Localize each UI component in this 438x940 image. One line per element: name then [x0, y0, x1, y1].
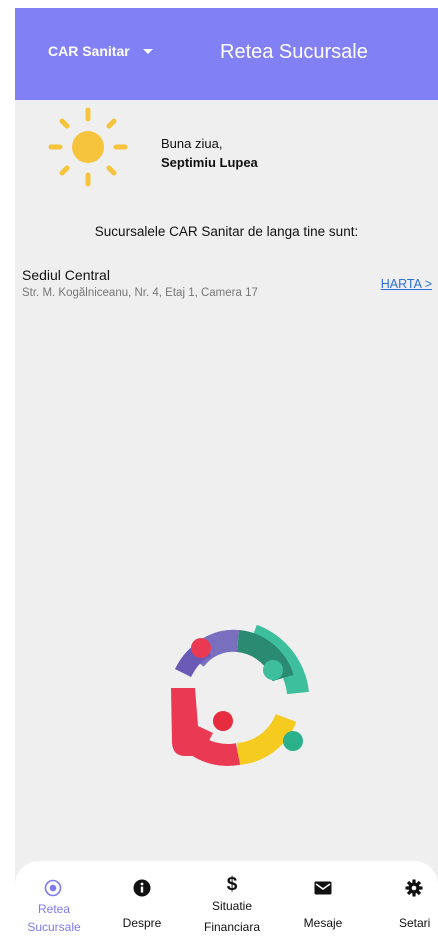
branch-name: Sediul Central: [22, 267, 110, 283]
page-title: Retea Sucursale: [220, 41, 368, 63]
nav-tab-retea-sucursale[interactable]: Retea Sucursale: [15, 861, 93, 940]
app-bar: CAR Sanitar Retea Sucursale: [15, 8, 438, 100]
radio-target-icon: [44, 879, 62, 897]
gear-icon: [405, 879, 423, 897]
org-selector-label: CAR Sanitar: [48, 43, 130, 59]
branch-list-item: Sediul Central Str. M. Kogălniceanu, Nr.…: [22, 267, 432, 299]
nav-label: Financiara: [203, 920, 261, 934]
nav-tab-mesaje[interactable]: Mesaje: [288, 861, 358, 940]
nav-label: Situatie: [211, 899, 253, 913]
app-screen: CAR Sanitar Retea Sucursale Buna ziua, S…: [15, 8, 438, 940]
bottom-navigation: Retea Sucursale Despre $ Situatie Financ…: [15, 861, 438, 940]
sun-icon: [48, 107, 128, 187]
nav-label: Retea: [37, 902, 71, 916]
greeting: Buna ziua, Septimiu Lupea: [161, 134, 258, 172]
nav-label: Sucursale: [27, 920, 81, 934]
nav-label: Setari: [399, 916, 431, 930]
envelope-icon: [314, 881, 332, 895]
chevron-down-icon: [142, 48, 153, 54]
nav-label: Despre: [122, 916, 162, 930]
nav-tab-setari[interactable]: Setari: [389, 861, 438, 940]
map-link[interactable]: HARTA >: [381, 277, 432, 291]
nav-tab-situatie-financiara[interactable]: $ Situatie Financiara: [196, 861, 268, 940]
dollar-icon: $: [226, 874, 238, 895]
nav-tab-despre[interactable]: Despre: [107, 861, 177, 940]
org-selector-dropdown[interactable]: CAR Sanitar: [48, 43, 153, 59]
branch-address: Str. M. Kogălniceanu, Nr. 4, Etaj 1, Cam…: [22, 287, 258, 299]
user-name: Septimiu Lupea: [161, 155, 258, 170]
nav-label: Mesaje: [303, 916, 343, 930]
branches-intro-text: Sucursalele CAR Sanitar de langa tine su…: [94, 224, 359, 239]
car-sanitar-logo: [171, 624, 309, 766]
greeting-line: Buna ziua,: [161, 136, 223, 151]
info-icon: [133, 879, 151, 897]
